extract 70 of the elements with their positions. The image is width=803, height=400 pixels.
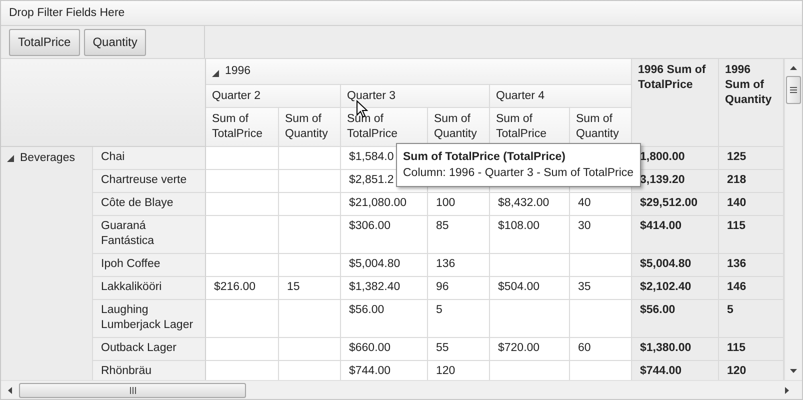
total-cell: $1,380.00 [632,338,719,361]
table-cell: $108.00 [490,216,570,254]
table-cell: $8,432.00 [490,193,570,216]
table-cell: $216.00 [206,277,279,300]
total-cell: 120 [719,361,784,380]
horizontal-scrollbar-thumb[interactable] [19,382,246,398]
total-cell: 140 [719,193,784,216]
total-cell: 3,139.20 [632,170,719,193]
total-cell: 146 [719,277,784,300]
table-cell: 136 [428,254,490,277]
table-cell: 15 [279,277,341,300]
scroll-down-arrow-icon[interactable] [790,369,797,373]
total-cell: $414.00 [632,216,719,254]
row-header: Chai [93,147,206,170]
table-cell: 30 [570,216,632,254]
table-cell: $660.00 [341,338,428,361]
table-cell: $720.00 [490,338,570,361]
table-cell: $5,004.80 [341,254,428,277]
total-cell: 218 [719,170,784,193]
total-cell: $2,102.40 [632,277,719,300]
row-header: Rhönbräu [93,361,206,380]
table-cell: 5 [428,300,490,338]
quarter-header: Quarter 2 [206,85,341,108]
row-group-label: Beverages [20,151,75,166]
column-group-label: 1996 [225,64,251,79]
table-cell: $306.00 [341,216,428,254]
scroll-right-arrow-icon[interactable] [785,386,789,394]
measure-header: Sum of Quantity [279,108,341,147]
grand-total-header: 1996 Sum of TotalPrice [632,59,719,147]
row-header: Outback Lager [93,338,206,361]
total-cell: $29,512.00 [632,193,719,216]
total-cell: 5 [719,300,784,338]
expand-triangle-icon[interactable] [7,155,14,162]
row-header: Guaraná Fantástica [93,216,206,254]
table-cell: $56.00 [341,300,428,338]
row-header: Lakkalikööri [93,277,206,300]
scroll-up-arrow-icon[interactable] [790,66,797,70]
quarter-header: Quarter 4 [490,85,632,108]
row-header: Ipoh Coffee [93,254,206,277]
measure-header: Sum of TotalPrice [206,108,279,147]
column-group-header[interactable]: 1996 [206,59,632,85]
total-cell: $5,004.80 [632,254,719,277]
filter-drop-zone-label: Drop Filter Fields Here [9,7,125,19]
table-cell: $1,382.40 [341,277,428,300]
table-cell: $504.00 [490,277,570,300]
total-cell: 115 [719,338,784,361]
row-header: Côte de Blaye [93,193,206,216]
quarter-header: Quarter 3 [341,85,490,108]
table-cell: 96 [428,277,490,300]
table-cell: 100 [428,193,490,216]
total-cell: 115 [719,216,784,254]
table-cell: $21,080.00 [341,193,428,216]
data-field-button[interactable]: TotalPrice [9,28,80,56]
table-cell: 35 [570,277,632,300]
total-cell: $56.00 [632,300,719,338]
total-cell: 125 [719,147,784,170]
row-header: Chartreuse verte [93,170,206,193]
data-field-button[interactable]: Quantity [84,28,146,56]
vertical-scrollbar-thumb[interactable] [786,76,801,104]
table-cell: 85 [428,216,490,254]
table-cell: 40 [570,193,632,216]
table-cell: 55 [428,338,490,361]
scroll-left-arrow-icon[interactable] [8,386,12,394]
row-header: Laughing Lumberjack Lager [93,300,206,338]
grand-total-header: 1996 Sum of Quantity [719,59,784,147]
total-cell: $744.00 [632,361,719,380]
measure-header: Sum of TotalPrice [341,108,428,147]
table-cell: 60 [570,338,632,361]
total-cell: 136 [719,254,784,277]
expand-triangle-icon[interactable] [212,70,219,77]
